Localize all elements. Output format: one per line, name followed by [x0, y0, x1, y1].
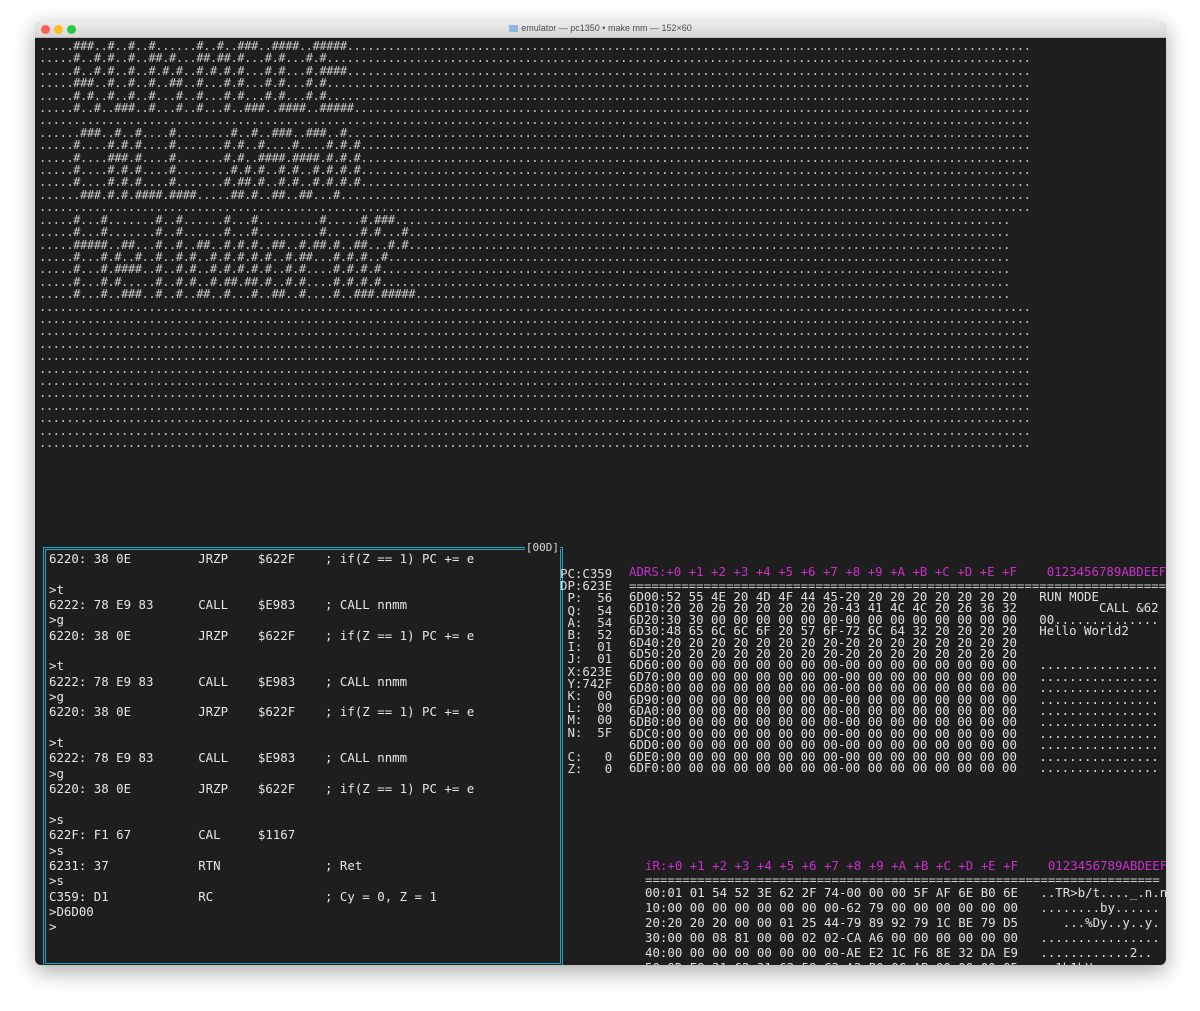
lcd-line: .....#..#.#..#..##.#...##.##.#...#.#...#… — [39, 51, 1031, 66]
internal-ram-row: 10:00 00 00 00 00 00 00 00-62 79 00 00 0… — [645, 900, 1160, 916]
trace-line: C359: D1 RC ; Cy = 0, Z = 1 — [49, 888, 437, 904]
trace-panel: [00D] 6220: 38 0E JRZP $622F ; if(Z == 1… — [43, 541, 563, 965]
trace-line: 6220: 38 0E JRZP $622F ; if(Z == 1) PC +… — [49, 704, 475, 720]
lcd-line: ........................................… — [39, 113, 1031, 128]
trace-line — [49, 566, 474, 581]
folder-icon — [509, 25, 519, 32]
internal-ram-dump: 00:01 01 54 52 3E 62 2F 74-00 00 00 5F A… — [645, 885, 1166, 965]
lcd-line: .....#....#.#.#....#.......#.#..#....#..… — [39, 138, 1031, 153]
lcd-line: .....#....#.#.#....#.......#.##.#..#.#..… — [39, 175, 1031, 190]
trace-line: > — [49, 919, 57, 935]
lcd-line: ........................................… — [39, 436, 1031, 450]
internal-ram-header: iR:+0 +1 +2 +3 +4 +5 +6 +7 +8 +9 +A +B +… — [645, 858, 1166, 873]
trace-line: >t — [49, 735, 64, 751]
trace-line: >s — [49, 873, 64, 889]
internal-ram-row: 00:01 01 54 52 3E 62 2F 74-00 00 00 5F A… — [645, 885, 1166, 900]
memory-row: 6DF0:00 00 00 00 00 00 00 00-00 00 00 00… — [629, 760, 1159, 776]
lcd-line: ........................................… — [39, 324, 1031, 339]
lcd-line: .....#...#..###..#..#..##..#...#..##..#.… — [39, 287, 1010, 302]
register-line: N: 5F — [560, 724, 613, 740]
register-panel: PC:C359 DP:623E P: 56 Q: 54 A: 54 B: 52 I… — [560, 567, 613, 777]
trace-line: >s — [49, 811, 64, 827]
trace-line: >D6D00 — [49, 903, 94, 919]
trace-line: 6222: 78 E9 83 CALL $E983 ; CALL nnmm — [49, 597, 408, 613]
memory-header: ADRS:+0 +1 +2 +3 +4 +5 +6 +7 +8 +9 +A +B… — [629, 564, 1166, 579]
window-title: emulator — pc1350 • make mm — 152×60 — [35, 23, 1166, 33]
trace-line: >g — [49, 765, 64, 781]
trace-line: >g — [49, 612, 64, 628]
trace-line: >s — [49, 842, 64, 858]
lcd-line: .....#...#.......#..#......#...#........… — [39, 225, 1010, 240]
trace-line: >t — [49, 658, 64, 674]
trace-line: 6231: 37 RTN ; Ret — [49, 857, 363, 873]
internal-ram-row: 40:00 00 00 00 00 00 00 00-AE E2 1C F6 8… — [645, 945, 1153, 961]
trace-panel-tag: [00D] — [524, 541, 560, 554]
terminal-content[interactable]: .....###..#..#..#......#..#..###..####..… — [35, 38, 1166, 965]
trace-line: >t — [49, 581, 64, 597]
lcd-display: .....###..#..#..#......#..#..###..####..… — [39, 40, 1031, 450]
internal-ram-row: 50:9D E9 31 62 31 62 59 C3-A3 B0 0C AB 0… — [645, 960, 1166, 965]
trace-line: 6220: 38 0E JRZP $622F ; if(Z == 1) PC +… — [49, 627, 475, 643]
trace-line: 6222: 78 E9 83 CALL $E983 ; CALL nnmm — [49, 750, 408, 766]
terminal-window: emulator — pc1350 • make mm — 152×60 ...… — [35, 22, 1166, 965]
lcd-line: ........................................… — [39, 386, 1031, 401]
register-line: Z: 0 — [560, 761, 613, 777]
trace-line: 6222: 78 E9 83 CALL $E983 ; CALL nnmm — [49, 673, 408, 689]
title-bar[interactable]: emulator — pc1350 • make mm — 152×60 — [35, 22, 1166, 38]
trace-line: 622F: F1 67 CAL $1167 — [49, 827, 296, 843]
trace-line — [49, 643, 474, 658]
trace-line: 6220: 38 0E JRZP $622F ; if(Z == 1) PC +… — [49, 551, 475, 566]
memory-dump: 6D00:52 55 4E 20 4D 4F 44 45-20 20 20 20… — [629, 590, 1159, 776]
lcd-line: ........................................… — [39, 200, 1031, 215]
internal-ram-row: 30:00 00 08 81 00 00 02 02-CA A6 00 00 0… — [645, 930, 1160, 946]
trace-line — [49, 797, 474, 812]
trace-line: 6220: 38 0E JRZP $622F ; if(Z == 1) PC +… — [49, 781, 475, 797]
trace-log: 6220: 38 0E JRZP $622F ; if(Z == 1) PC +… — [49, 551, 474, 935]
trace-line: >g — [49, 689, 64, 705]
trace-line — [49, 720, 474, 735]
lcd-line: .....#...#.####..#..#.#..#.#.#.#.#..#.#.… — [39, 262, 1010, 277]
lcd-line: .....###..#..#..#..##..#...#.#...#.#...#… — [39, 76, 1031, 91]
lcd-line: ........................................… — [39, 411, 1031, 426]
window-title-text: emulator — pc1350 • make mm — 152×60 — [521, 23, 692, 33]
lcd-line: ........................................… — [39, 349, 1031, 364]
internal-ram-row: 20:20 20 20 00 00 01 25 44-79 89 92 79 1… — [645, 915, 1160, 931]
internal-ram-separator: ========================================… — [645, 876, 1160, 884]
